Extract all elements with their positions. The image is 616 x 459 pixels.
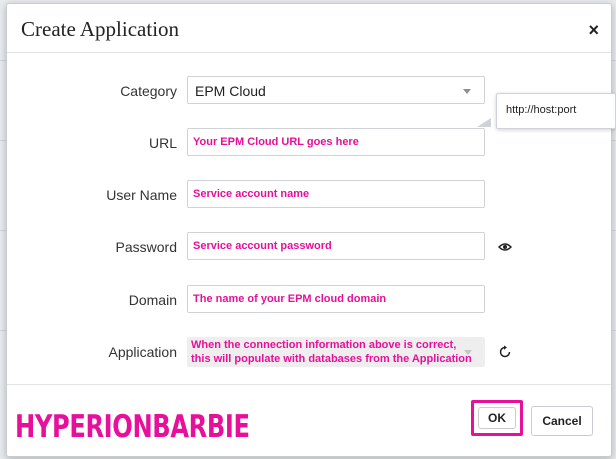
footer-divider <box>7 384 611 385</box>
application-value-line1: When the connection information above is… <box>191 339 457 351</box>
password-label: Password <box>115 239 177 255</box>
category-label: Category <box>120 83 177 99</box>
password-field[interactable]: Service account password <box>187 232 485 260</box>
domain-label: Domain <box>128 292 177 308</box>
user-name-field-value: Service account name <box>193 188 310 200</box>
dialog-header: Create Application × <box>7 4 611 53</box>
domain-field[interactable]: The name of your EPM cloud domain <box>187 285 485 313</box>
url-label: URL <box>148 135 177 151</box>
eye-icon[interactable] <box>497 240 513 259</box>
user-name-label: User Name <box>106 187 177 203</box>
application-label: Application <box>108 344 178 360</box>
cancel-button[interactable]: Cancel <box>531 406 593 436</box>
tooltip-text: http://host:port <box>506 104 577 116</box>
url-field-value: Your EPM Cloud URL goes here <box>193 136 359 148</box>
refresh-icon[interactable] <box>498 345 512 364</box>
chevron-down-icon <box>464 350 472 355</box>
user-name-field[interactable]: Service account name <box>187 180 485 208</box>
domain-field-value: The name of your EPM cloud domain <box>193 293 387 305</box>
url-field[interactable]: Your EPM Cloud URL goes here <box>187 128 485 156</box>
category-select[interactable]: EPM Cloud <box>187 76 485 104</box>
close-icon[interactable]: × <box>588 21 599 39</box>
application-select[interactable]: When the connection information above is… <box>187 337 485 367</box>
dialog-title: Create Application <box>21 17 180 41</box>
ok-button-highlight: OK <box>471 400 523 436</box>
application-value-line2: this will populate with databases from t… <box>191 353 472 365</box>
watermark-logo: HYPERIONBARBIE <box>8 402 257 453</box>
password-field-value: Service account password <box>193 240 332 252</box>
url-hint-tooltip: http://host:port <box>496 93 616 129</box>
ok-button[interactable]: OK <box>478 407 516 429</box>
application-field-value: When the connection information above is… <box>191 338 485 366</box>
chevron-down-icon <box>463 89 471 94</box>
create-application-dialog: Create Application × Category EPM Cloud … <box>6 3 612 457</box>
category-selected-value: EPM Cloud <box>195 83 266 99</box>
tooltip-pointer <box>477 118 491 127</box>
